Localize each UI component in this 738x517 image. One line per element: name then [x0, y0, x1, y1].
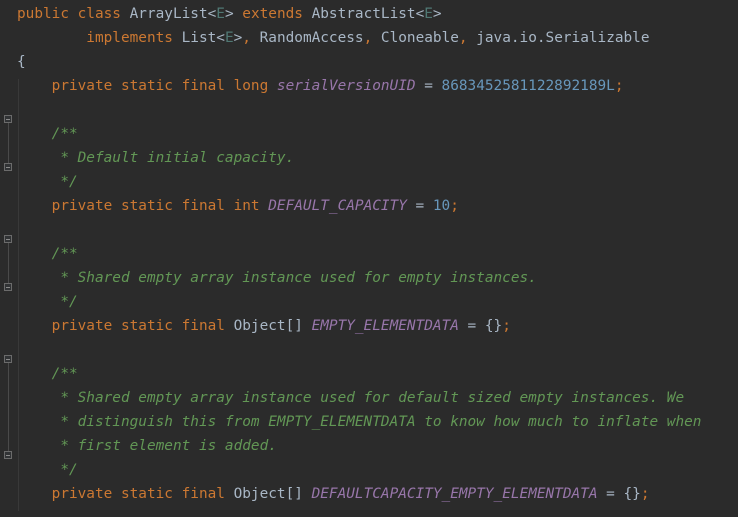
code-token: ; [614, 78, 624, 94]
fold-open-icon[interactable] [4, 115, 12, 123]
fold-region-line [8, 119, 9, 167]
code-token: 8683452581122892189L [441, 78, 615, 94]
code-line[interactable]: * Default initial capacity. [17, 146, 294, 170]
code-token: List [181, 30, 217, 46]
fold-region-line [8, 239, 9, 287]
code-line[interactable]: * Shared empty array instance used for e… [17, 266, 537, 290]
code-token: , [458, 30, 477, 46]
code-token: serialVersionUID [276, 78, 416, 94]
code-token: /** [17, 126, 78, 142]
code-token: public class [17, 6, 130, 22]
code-token: > [233, 30, 243, 46]
code-line[interactable]: implements List<E>, RandomAccess, Clonea… [17, 26, 650, 50]
code-token: ; [502, 318, 511, 334]
code-token: extends [242, 6, 312, 22]
code-token: = [406, 198, 433, 214]
code-token: < [207, 6, 217, 22]
fold-close-icon[interactable] [4, 283, 12, 291]
code-token: > [432, 6, 442, 22]
code-line[interactable]: public class ArrayList<E> extends Abstra… [17, 2, 442, 26]
code-token: E [424, 6, 433, 22]
code-token: * distinguish this from EMPTY_ELEMENTDAT… [17, 414, 702, 430]
code-line[interactable]: * distinguish this from EMPTY_ELEMENTDAT… [17, 410, 701, 434]
code-line[interactable]: private static final long serialVersionU… [17, 74, 624, 98]
code-line[interactable]: */ [17, 170, 78, 194]
code-token: E [216, 6, 225, 22]
code-token: /** [17, 366, 78, 382]
fold-open-icon[interactable] [4, 355, 12, 363]
code-token: Object[] [233, 486, 312, 502]
fold-region-line [8, 359, 9, 455]
code-token: > [224, 6, 243, 22]
fold-close-icon[interactable] [4, 451, 12, 459]
code-token: /** [17, 246, 78, 262]
code-line[interactable]: */ [17, 290, 78, 314]
code-token: */ [17, 294, 78, 310]
code-line[interactable]: */ [17, 458, 78, 482]
code-line[interactable]: * first element is added. [17, 434, 277, 458]
code-line[interactable]: * Shared empty array instance used for d… [17, 386, 684, 410]
code-editor[interactable]: public class ArrayList<E> extends Abstra… [0, 0, 738, 517]
code-token: ArrayList [129, 6, 208, 22]
code-token: * first element is added. [17, 438, 277, 454]
code-token: < [216, 30, 225, 46]
code-token: 10 [432, 198, 451, 214]
fold-close-icon[interactable] [4, 163, 12, 171]
code-line[interactable]: /** [17, 242, 78, 266]
code-token: implements [17, 30, 182, 46]
code-token: { [17, 54, 26, 70]
code-token: , [363, 30, 381, 46]
code-token: * Default initial capacity. [17, 150, 295, 166]
code-line[interactable]: { [17, 50, 26, 74]
code-token: DEFAULTCAPACITY_EMPTY_ELEMENTDATA [311, 486, 598, 502]
code-token: ; [640, 486, 650, 502]
code-token: DEFAULT_CAPACITY [268, 198, 407, 214]
code-token: = [415, 78, 442, 94]
code-token: */ [17, 462, 78, 478]
code-line[interactable]: private static final Object[] DEFAULTCAP… [17, 482, 650, 506]
code-token: < [415, 6, 425, 22]
code-token: = {} [597, 486, 641, 502]
code-token: Cloneable [380, 30, 459, 46]
code-token: = {} [458, 318, 503, 334]
code-token: * Shared empty array instance used for d… [17, 390, 685, 406]
code-token: private static final [17, 318, 234, 334]
code-token: E [224, 30, 234, 46]
code-token: private static final int [17, 198, 269, 214]
code-token: Object[] [233, 318, 312, 334]
code-line[interactable]: /** [17, 362, 78, 386]
code-token: private static final [17, 486, 234, 502]
fold-open-icon[interactable] [4, 235, 12, 243]
code-line[interactable]: private static final int DEFAULT_CAPACIT… [17, 194, 459, 218]
code-token: AbstractList [311, 6, 416, 22]
code-token: private static final long [17, 78, 277, 94]
editor-gutter [0, 0, 16, 517]
code-token: * Shared empty array instance used for e… [17, 270, 537, 286]
code-token: */ [17, 174, 78, 190]
code-token: , [242, 30, 260, 46]
code-token: RandomAccess [259, 30, 364, 46]
code-token: ; [450, 198, 459, 214]
code-line[interactable]: /** [17, 122, 78, 146]
code-token: EMPTY_ELEMENTDATA [311, 318, 459, 334]
code-token: java.io.Serializable [476, 30, 650, 46]
code-line[interactable]: private static final Object[] EMPTY_ELEM… [17, 314, 511, 338]
